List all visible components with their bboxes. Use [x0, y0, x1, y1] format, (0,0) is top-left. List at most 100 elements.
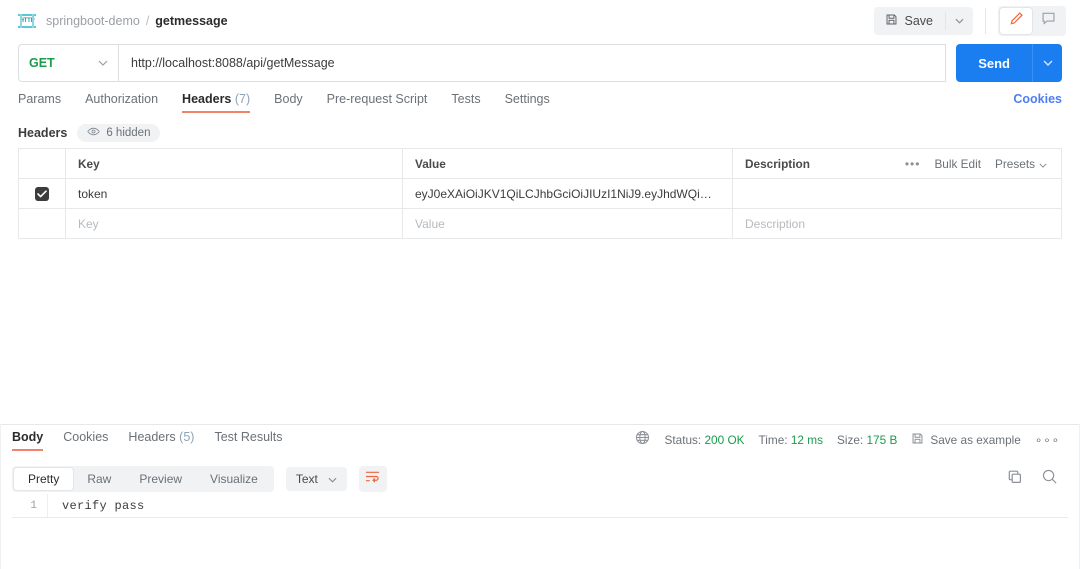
status-label: Status: [664, 433, 702, 447]
table-row[interactable]: token eyJ0eXAiOiJKV1QiLCJhbGciOiJIUzI1Ni… [19, 179, 1061, 209]
search-icon[interactable] [1041, 468, 1058, 490]
breadcrumb-request-name[interactable]: getmessage [155, 14, 227, 28]
response-body-viewer[interactable]: 1 verify pass [12, 494, 1068, 518]
response-tab-headers[interactable]: Headers (5) [128, 430, 194, 451]
time-badge: Time: 12 ms [759, 433, 823, 447]
row-key-value: token [78, 186, 108, 201]
headers-subheader: Headers 6 hidden [18, 124, 161, 142]
row-value-text: eyJ0eXAiOiJKV1QiLCJhbGciOiJIUzI1NiJ9.eyJ… [415, 186, 720, 201]
url-input[interactable]: http://localhost:8088/api/getMessage [118, 44, 947, 82]
row-value-cell[interactable]: eyJ0eXAiOiJKV1QiLCJhbGciOiJIUzI1NiJ9.eyJ… [403, 179, 733, 208]
http-method-select[interactable]: GET [18, 44, 118, 82]
header-cell-checkbox [19, 149, 66, 178]
hidden-headers-count: 6 hidden [106, 127, 151, 139]
tab-headers-label: Headers [182, 92, 232, 106]
cookies-link[interactable]: Cookies [1013, 92, 1062, 106]
save-as-example-label: Save as example [930, 433, 1021, 447]
headers-table: Key Value Description ••• Bulk Edit Pres… [18, 148, 1062, 239]
response-tab-test-results[interactable]: Test Results [214, 430, 282, 451]
header-cell-value: Value [403, 149, 733, 178]
tab-body[interactable]: Body [274, 92, 303, 113]
tab-params[interactable]: Params [18, 92, 61, 113]
pencil-icon [1009, 11, 1024, 31]
wrap-lines-icon [365, 470, 380, 488]
save-disk-icon [911, 432, 924, 448]
more-options-icon[interactable]: ••• [905, 157, 921, 171]
breadcrumb-bar: HTTP springboot-demo / getmessage Save [0, 0, 1080, 42]
send-button[interactable]: Send [956, 44, 1032, 82]
response-body-line: verify pass [62, 498, 145, 513]
chevron-down-icon [98, 58, 108, 69]
header-cell-description-label: Description [745, 156, 810, 171]
response-tab-body[interactable]: Body [12, 430, 44, 451]
copy-icon[interactable] [1007, 469, 1023, 490]
response-tab-headers-count: (5) [179, 430, 195, 444]
request-tabs: Params Authorization Headers (7) Body Pr… [0, 92, 1080, 118]
response-tab-cookies-label: Cookies [63, 430, 109, 444]
response-tab-headers-label: Headers [128, 430, 176, 444]
response-body-empty-area [12, 518, 1068, 520]
save-button-label: Save [904, 14, 934, 28]
row-enabled-checkbox[interactable] [35, 186, 49, 201]
response-format-toolbar: Pretty Raw Preview Visualize Text [12, 464, 1068, 494]
response-type-label: Text [295, 472, 318, 486]
view-mode-raw[interactable]: Raw [73, 468, 125, 490]
tab-params-label: Params [18, 92, 62, 106]
request-url-bar: GET http://localhost:8088/api/getMessage… [18, 44, 1062, 82]
time-label: Time: [758, 433, 788, 447]
tab-pre-request-script[interactable]: Pre-request Script [327, 92, 428, 113]
empty-row-key-cell[interactable]: Key [66, 209, 403, 238]
status-value: 200 OK [704, 433, 745, 447]
row-description-cell[interactable] [733, 179, 1061, 208]
breadcrumb-collection[interactable]: springboot-demo [46, 14, 140, 28]
comment-icon [1041, 11, 1056, 31]
chevron-down-icon [328, 472, 337, 486]
response-tabs: Body Cookies Headers (5) Test Results St… [0, 430, 1080, 456]
comment-button[interactable] [1032, 8, 1064, 34]
bulk-edit-button[interactable]: Bulk Edit [934, 157, 981, 171]
response-tab-body-label: Body [12, 430, 44, 444]
save-button[interactable]: Save [874, 7, 946, 35]
tab-pre-request-script-label: Pre-request Script [326, 92, 428, 106]
row-key-cell[interactable]: token [66, 179, 403, 208]
tab-settings[interactable]: Settings [505, 92, 550, 113]
save-button-group: Save [873, 7, 973, 35]
view-mode-preview[interactable]: Preview [125, 468, 196, 490]
response-type-dropdown[interactable]: Text [285, 467, 347, 491]
http-badge-icon: HTTP [18, 14, 36, 28]
headers-table-header-row: Key Value Description ••• Bulk Edit Pres… [19, 149, 1061, 179]
view-mode-visualize[interactable]: Visualize [196, 468, 272, 490]
tab-authorization[interactable]: Authorization [85, 92, 158, 113]
response-tab-test-results-label: Test Results [214, 430, 283, 444]
response-divider[interactable] [0, 424, 1080, 425]
breadcrumb-separator: / [145, 14, 150, 28]
tab-headers[interactable]: Headers (7) [182, 92, 251, 113]
view-mode-pretty[interactable]: Pretty [14, 468, 74, 490]
size-label: Size: [836, 433, 864, 447]
empty-row-description-cell[interactable]: Description [733, 209, 1061, 238]
tab-tests-label: Tests [451, 92, 481, 106]
status-badge: Status: 200 OK [664, 433, 744, 447]
response-tab-cookies[interactable]: Cookies [63, 430, 108, 451]
response-view-modes: Pretty Raw Preview Visualize [12, 466, 274, 492]
tab-settings-label: Settings [504, 92, 550, 106]
presets-dropdown[interactable]: Presets [995, 157, 1047, 171]
chevron-down-icon [1039, 157, 1047, 171]
header-cell-key: Key [66, 149, 403, 178]
hidden-headers-toggle[interactable]: 6 hidden [77, 124, 161, 142]
headers-table-actions: ••• Bulk Edit Presets [905, 157, 1049, 171]
headers-label: Headers [18, 126, 68, 140]
save-dropdown-button[interactable] [945, 12, 973, 30]
send-dropdown-button[interactable] [1032, 44, 1062, 82]
table-row-empty[interactable]: Key Value Description [19, 209, 1061, 239]
wrap-lines-button[interactable] [358, 466, 387, 492]
save-as-example-button[interactable]: Save as example [911, 432, 1021, 448]
row-checkbox-cell [19, 179, 66, 208]
empty-row-value-cell[interactable]: Value [403, 209, 733, 238]
tab-tests[interactable]: Tests [451, 92, 480, 113]
eye-icon [87, 127, 101, 139]
response-more-options-icon[interactable]: ∘∘∘ [1035, 433, 1060, 447]
http-method-label: GET [29, 56, 55, 70]
edit-pencil-button[interactable] [1000, 8, 1032, 34]
url-input-value: http://localhost:8088/api/getMessage [131, 56, 335, 70]
